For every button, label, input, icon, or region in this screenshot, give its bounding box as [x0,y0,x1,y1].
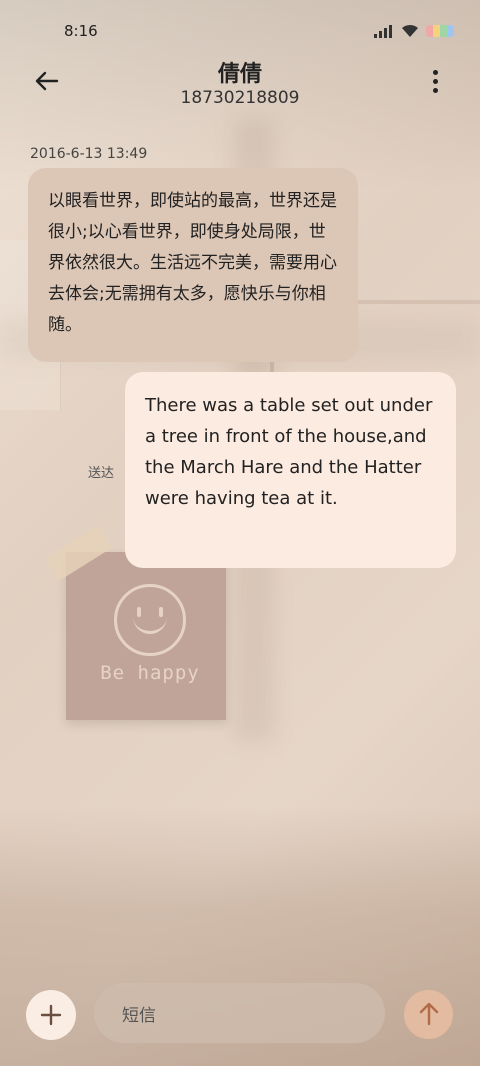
battery-icon [426,25,454,37]
status-bar: 8:16 [0,0,480,60]
add-attachment-button[interactable] [26,990,76,1040]
wifi-icon [402,24,418,37]
sticky-note-text: Be happy [100,662,200,684]
more-vertical-icon[interactable] [424,66,448,96]
outgoing-message-bubble[interactable]: There was a table set out under a tree i… [125,372,456,568]
smiley-face-icon [114,584,186,656]
status-time: 8:16 [64,22,98,40]
sms-input-placeholder: 短信 [122,1005,156,1026]
incoming-message-bubble[interactable]: 以眼看世界，即使站的最高，世界还是很小;以心看世界，即使身处局限，世界依然很大。… [28,168,358,362]
send-button[interactable] [404,990,453,1039]
plus-icon [40,1004,62,1026]
arrow-up-icon [419,1002,439,1026]
message-timestamp: 2016-6-13 13:49 [30,146,148,162]
signal-icon [374,24,396,38]
contact-name: 倩倩 [217,62,262,87]
delivery-status: 送达 [88,466,115,481]
sms-input[interactable]: 短信 [94,983,385,1043]
contact-number: 18730218809 [180,88,300,108]
